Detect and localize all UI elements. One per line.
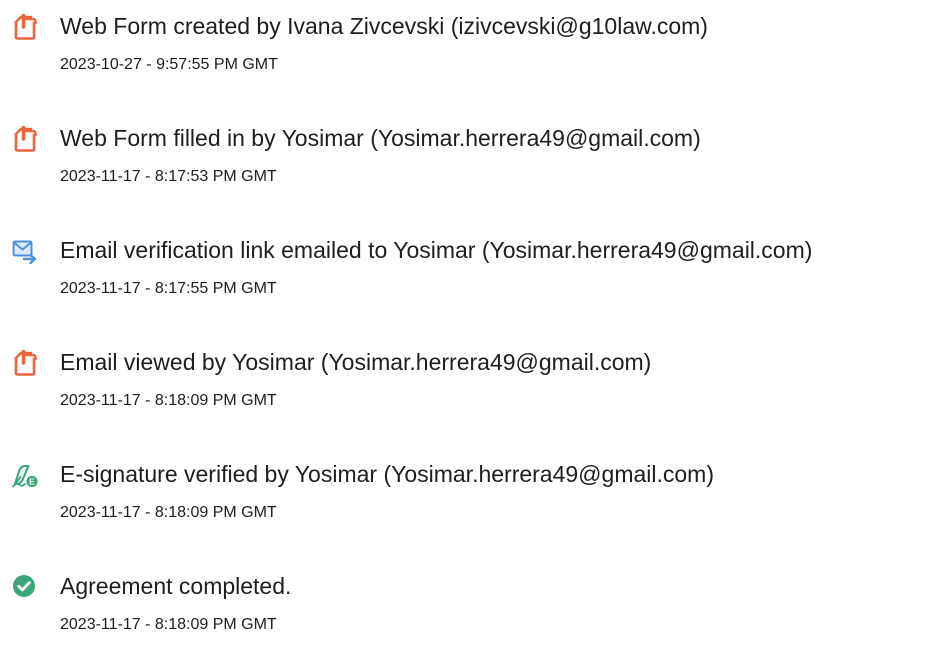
email-send-icon — [12, 238, 38, 264]
audit-history-timeline: Web Form created by Ivana Zivcevski (izi… — [0, 0, 940, 652]
event-timestamp: 2023-11-17 - 8:17:53 PM GMT — [60, 168, 277, 185]
event-title: Web Form filled in by Yosimar (Yosimar.h… — [60, 125, 701, 151]
history-event: Web Form created by Ivana Zivcevski (izi… — [0, 13, 940, 104]
check-circle-icon — [12, 574, 38, 600]
svg-text:E: E — [29, 477, 35, 487]
event-timestamp: 2023-10-27 - 9:57:55 PM GMT — [60, 56, 278, 73]
event-title: Email viewed by Yosimar (Yosimar.herrera… — [60, 349, 652, 375]
event-title: Web Form created by Ivana Zivcevski (izi… — [60, 13, 708, 39]
event-title: Email verification link emailed to Yosim… — [60, 237, 813, 263]
history-event: E E-signature verified by Yosimar (Yosim… — [0, 461, 940, 552]
history-event: Email viewed by Yosimar (Yosimar.herrera… — [0, 349, 940, 440]
event-title: E-signature verified by Yosimar (Yosimar… — [60, 461, 714, 487]
event-timestamp: 2023-11-17 - 8:18:09 PM GMT — [60, 504, 277, 521]
document-icon — [12, 126, 38, 152]
event-timestamp: 2023-11-17 - 8:17:55 PM GMT — [60, 280, 277, 297]
history-event: Agreement completed. 2023-11-17 - 8:18:0… — [0, 573, 940, 652]
document-icon — [12, 350, 38, 376]
event-timestamp: 2023-11-17 - 8:18:09 PM GMT — [60, 616, 277, 633]
document-icon — [12, 14, 38, 40]
event-timestamp: 2023-11-17 - 8:18:09 PM GMT — [60, 392, 277, 409]
e-signature-icon: E — [12, 462, 38, 488]
event-title: Agreement completed. — [60, 573, 292, 599]
history-event: Web Form filled in by Yosimar (Yosimar.h… — [0, 125, 940, 216]
history-event: Email verification link emailed to Yosim… — [0, 237, 940, 328]
